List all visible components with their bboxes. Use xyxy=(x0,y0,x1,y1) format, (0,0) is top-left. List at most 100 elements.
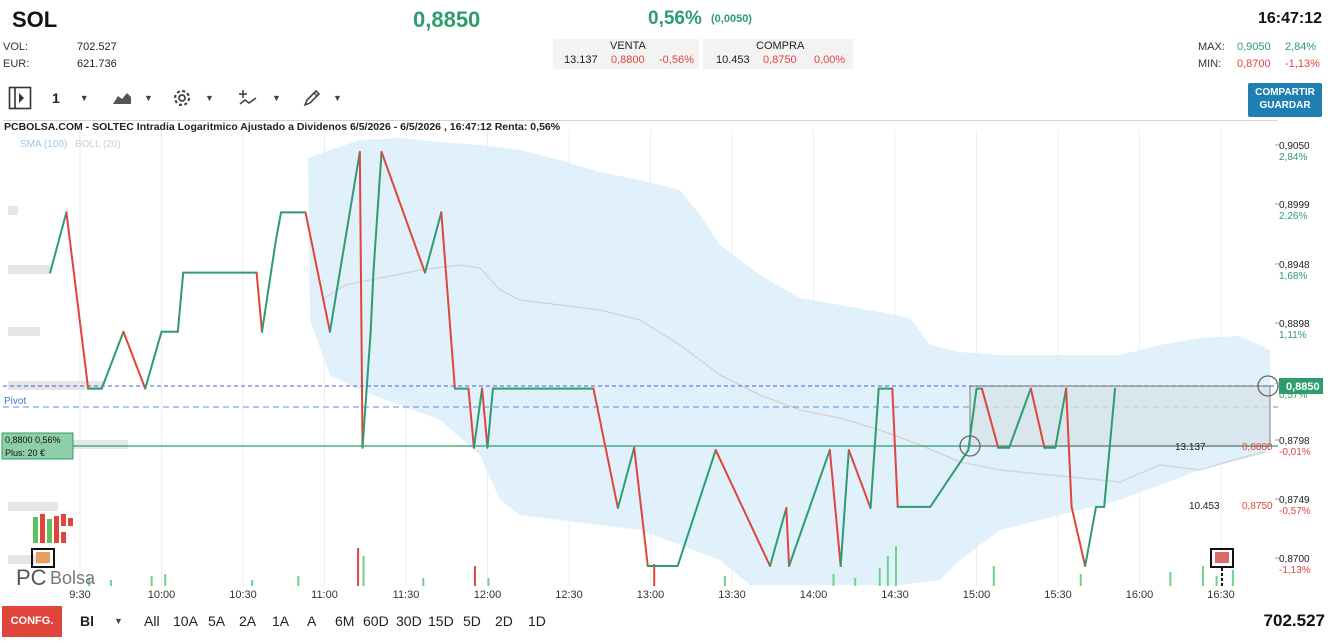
period-button-6m[interactable]: 6M xyxy=(335,613,354,629)
legend-sma[interactable]: SMA (100) xyxy=(20,139,67,150)
position-label-line2: Plus: 20 € xyxy=(5,448,45,458)
chevron-down-icon[interactable]: ▼ xyxy=(114,616,123,626)
x-tick-label: 16:00 xyxy=(1126,589,1154,601)
pivot-label: Pivot xyxy=(4,396,26,407)
volume-bar xyxy=(1201,566,1204,586)
price-segment xyxy=(1084,505,1098,567)
depth-bar xyxy=(8,206,18,215)
period-button-5d[interactable]: 5D xyxy=(463,613,481,629)
volume-bar xyxy=(1079,574,1082,586)
volume-total: 702.527 xyxy=(1263,611,1325,630)
volume-bar xyxy=(895,546,897,586)
y-tick-price: 0,9050 xyxy=(1279,141,1310,152)
volume-bar xyxy=(878,568,881,586)
x-tick-label: 14:30 xyxy=(881,589,909,601)
volume-bar xyxy=(992,566,995,586)
period-button-all[interactable]: All xyxy=(144,613,160,629)
x-tick-label: 12:30 xyxy=(555,589,583,601)
period-button-10a[interactable]: 10A xyxy=(173,613,198,629)
x-tick-label: 13:30 xyxy=(718,589,746,601)
volume-bar xyxy=(1231,570,1234,586)
y-tick-price: 0,8948 xyxy=(1279,260,1310,271)
period-button-60d[interactable]: 60D xyxy=(363,613,389,629)
price-axis: 0,90502,84% 0,89992,26% 0,89481,68% 0,88981… xyxy=(1275,141,1311,576)
period-button-2a[interactable]: 2A xyxy=(239,613,256,629)
depth-bars xyxy=(8,206,128,564)
price-segment xyxy=(176,271,185,333)
volume-bar xyxy=(723,576,726,586)
volume-bar xyxy=(150,576,153,586)
last-price-tag: 0,8850 xyxy=(1286,381,1320,393)
period-button-1d[interactable]: 1D xyxy=(528,613,546,629)
y-tick-price: 0,8898 xyxy=(1279,319,1310,330)
period-button-a[interactable]: A xyxy=(307,613,316,629)
depth-bar xyxy=(8,265,50,274)
ask-qty-label: 13.137 xyxy=(1175,442,1206,453)
time-axis: 9:30 10:00 10:30 11:00 11:30 12:00 12:30 13:00 1… xyxy=(69,589,1234,601)
y-tick-price: 0,8798 xyxy=(1279,436,1310,447)
y-tick-pct: -0,57% xyxy=(1279,506,1311,517)
price-segment xyxy=(261,240,277,333)
period-button-1a[interactable]: 1A xyxy=(272,613,289,629)
price-segment xyxy=(274,211,283,243)
x-tick-label: 14:00 xyxy=(800,589,828,601)
price-segment xyxy=(1070,505,1087,567)
legend-boll[interactable]: BOLL (20) xyxy=(75,139,121,150)
price-segment xyxy=(49,211,68,274)
logo-text-pc: PC xyxy=(16,565,47,590)
volume-bar xyxy=(487,578,490,586)
y-tick-pct: 2,84% xyxy=(1279,152,1307,163)
period-button-15d[interactable]: 15D xyxy=(428,613,454,629)
y-tick-price: 0,8700 xyxy=(1279,554,1310,565)
price-segment xyxy=(100,330,125,390)
volume-bar xyxy=(473,566,476,586)
logo-text-bolsa: Bolsa xyxy=(50,568,96,588)
volume-bar xyxy=(362,556,365,586)
price-segment xyxy=(255,271,264,333)
volume-bar xyxy=(1215,576,1218,586)
position-range-box xyxy=(969,385,1271,447)
x-tick-label: 11:30 xyxy=(393,589,420,601)
volume-bar xyxy=(1169,572,1172,586)
pcbolsa-logo: PC Bolsa xyxy=(16,514,96,590)
volume-bar xyxy=(164,574,167,586)
x-tick-label: 12:00 xyxy=(474,589,502,601)
ask-price-tag: 0,8800 xyxy=(1242,442,1273,453)
period-button-30d[interactable]: 30D xyxy=(396,613,422,629)
volume-bar xyxy=(297,576,300,586)
price-segment xyxy=(144,330,163,390)
y-tick-pct: -0,01% xyxy=(1279,447,1311,458)
volume-bar xyxy=(109,580,112,586)
flag-marker-right[interactable] xyxy=(1210,548,1234,586)
x-tick-label: 11:00 xyxy=(311,589,338,601)
x-tick-label: 13:00 xyxy=(637,589,665,601)
x-tick-label: 10:00 xyxy=(148,589,176,601)
period-button-2d[interactable]: 2D xyxy=(495,613,513,629)
period-button-5a[interactable]: 5A xyxy=(208,613,225,629)
x-tick-label: 15:30 xyxy=(1044,589,1072,601)
y-tick-pct: 2,26% xyxy=(1279,211,1307,222)
depth-bar xyxy=(8,502,58,511)
y-tick-price: 0,8749 xyxy=(1279,495,1310,506)
config-button[interactable]: CONFG. xyxy=(2,606,62,637)
chart-type-value[interactable]: Bl xyxy=(80,613,94,629)
y-tick-pct: 1,68% xyxy=(1279,271,1307,282)
y-tick-price: 0,8999 xyxy=(1279,200,1310,211)
position-label-line1: 0,8800 0,56% xyxy=(5,435,61,445)
y-tick-pct: -1,13% xyxy=(1279,565,1311,576)
x-tick-label: 10:30 xyxy=(229,589,257,601)
y-tick-pct: 1,11% xyxy=(1279,330,1307,341)
volume-bar xyxy=(422,578,425,586)
volume-bar xyxy=(251,580,254,586)
bid-qty-label: 10.453 xyxy=(1189,501,1220,512)
volume-bar xyxy=(832,574,835,586)
depth-bar xyxy=(8,327,40,336)
x-tick-label: 9:30 xyxy=(69,589,90,601)
volume-bar xyxy=(653,564,656,586)
volume-bar xyxy=(886,556,889,586)
price-chart[interactable]: 9:30 10:00 10:30 11:00 11:30 12:00 12:30 13:00 1… xyxy=(0,0,1339,643)
price-segment xyxy=(65,211,90,390)
bid-price-tag: 0,8750 xyxy=(1242,501,1273,512)
volume-bar xyxy=(854,578,857,586)
volume-bar xyxy=(357,548,360,586)
